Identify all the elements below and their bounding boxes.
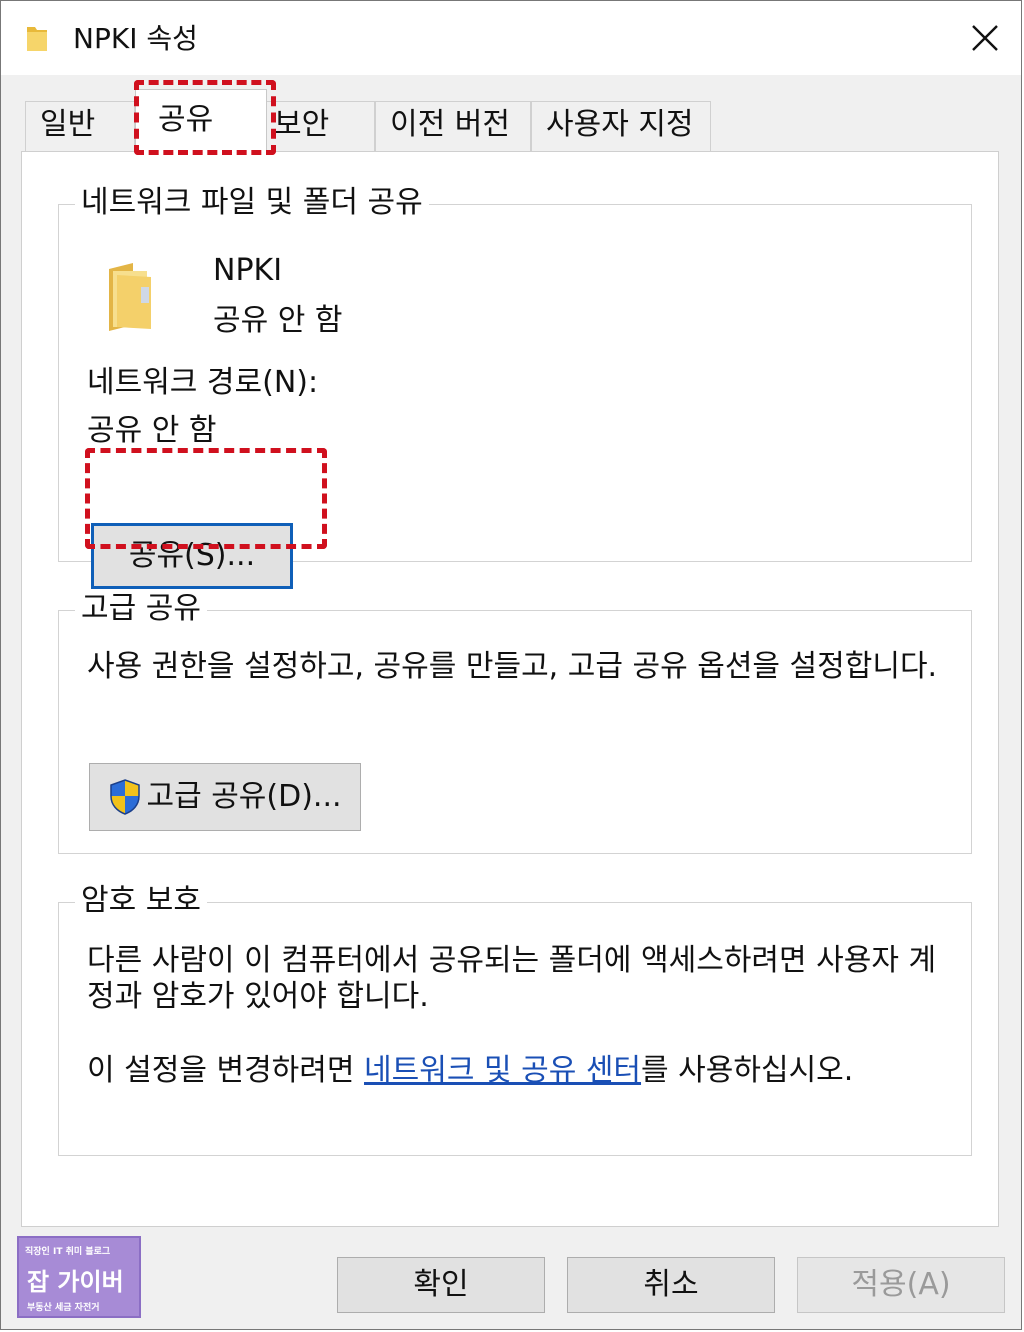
change-settings-prefix: 이 설정을 변경하려면 (87, 1053, 365, 1088)
watermark-main-text: 잡 가이버 (27, 1268, 124, 1296)
tab-previous-versions[interactable]: 이전 버전 (375, 101, 531, 151)
change-settings-suffix: 를 사용하십시오. (641, 1053, 854, 1088)
apply-button[interactable]: 적용(A) (797, 1257, 1005, 1313)
password-protection-group-title: 암호 보호 (75, 881, 207, 921)
shared-folder-icon (103, 259, 163, 333)
folder-share-status: 공유 안 함 (213, 303, 343, 338)
advanced-share-group: 고급 공유 사용 권한을 설정하고, 공유를 만들고, 고급 공유 옵션을 설정… (58, 589, 972, 854)
folder-icon (25, 23, 51, 53)
advanced-share-description: 사용 권한을 설정하고, 공유를 만들고, 고급 공유 옵션을 설정합니다. (87, 649, 938, 684)
watermark-bottom-text: 부동산 세금 자전거 (27, 1303, 100, 1313)
close-button[interactable] (951, 5, 1019, 71)
folder-name: NPKI (213, 253, 283, 288)
tab-security[interactable]: 보안 (265, 101, 375, 151)
password-protection-group: 암호 보호 다른 사람이 이 컴퓨터에서 공유되는 폴더에 액세스하려면 사용자… (58, 881, 972, 1156)
properties-dialog: NPKI 속성 일반 공유 보안 이전 버전 사용자 지정 네트워크 파일 및 … (0, 0, 1022, 1330)
advanced-share-button[interactable]: 고급 공유(D)... (89, 763, 361, 831)
tab-sharing[interactable]: 공유 (135, 89, 267, 153)
advanced-share-button-label: 고급 공유(D)... (146, 779, 342, 814)
network-path-value: 공유 안 함 (87, 413, 217, 448)
network-sharing-center-link[interactable]: 네트워크 및 공유 센터 (364, 1053, 641, 1088)
watermark-top-text: 직장인 IT 취미 블로그 (25, 1247, 111, 1257)
network-share-group: 네트워크 파일 및 폴더 공유 NPKI 공유 안 함 네트워크 경로(N): … (58, 183, 972, 589)
window-title: NPKI 속성 (73, 22, 198, 55)
share-button[interactable]: 공유(S)... (91, 523, 293, 589)
uac-shield-icon (110, 779, 141, 815)
title-bar: NPKI 속성 (1, 1, 1021, 75)
cancel-button[interactable]: 취소 (567, 1257, 775, 1313)
ok-button[interactable]: 확인 (337, 1257, 545, 1313)
sharing-tab-page: 네트워크 파일 및 폴더 공유 NPKI 공유 안 함 네트워크 경로(N): … (21, 151, 999, 1227)
change-settings-line: 이 설정을 변경하려면 네트워크 및 공유 센터를 사용하십시오. (87, 1053, 949, 1089)
network-path-label: 네트워크 경로(N): (87, 365, 319, 400)
blog-watermark-logo: 직장인 IT 취미 블로그 잡 가이버 부동산 세금 자전거 (17, 1236, 141, 1318)
password-protection-description: 다른 사람이 이 컴퓨터에서 공유되는 폴더에 액세스하려면 사용자 계정과 암… (87, 943, 937, 1014)
advanced-share-group-title: 고급 공유 (75, 589, 207, 629)
tab-general[interactable]: 일반 (25, 101, 135, 151)
tab-customize[interactable]: 사용자 지정 (531, 101, 711, 151)
network-share-group-title: 네트워크 파일 및 폴더 공유 (75, 183, 429, 223)
close-icon (972, 25, 998, 51)
